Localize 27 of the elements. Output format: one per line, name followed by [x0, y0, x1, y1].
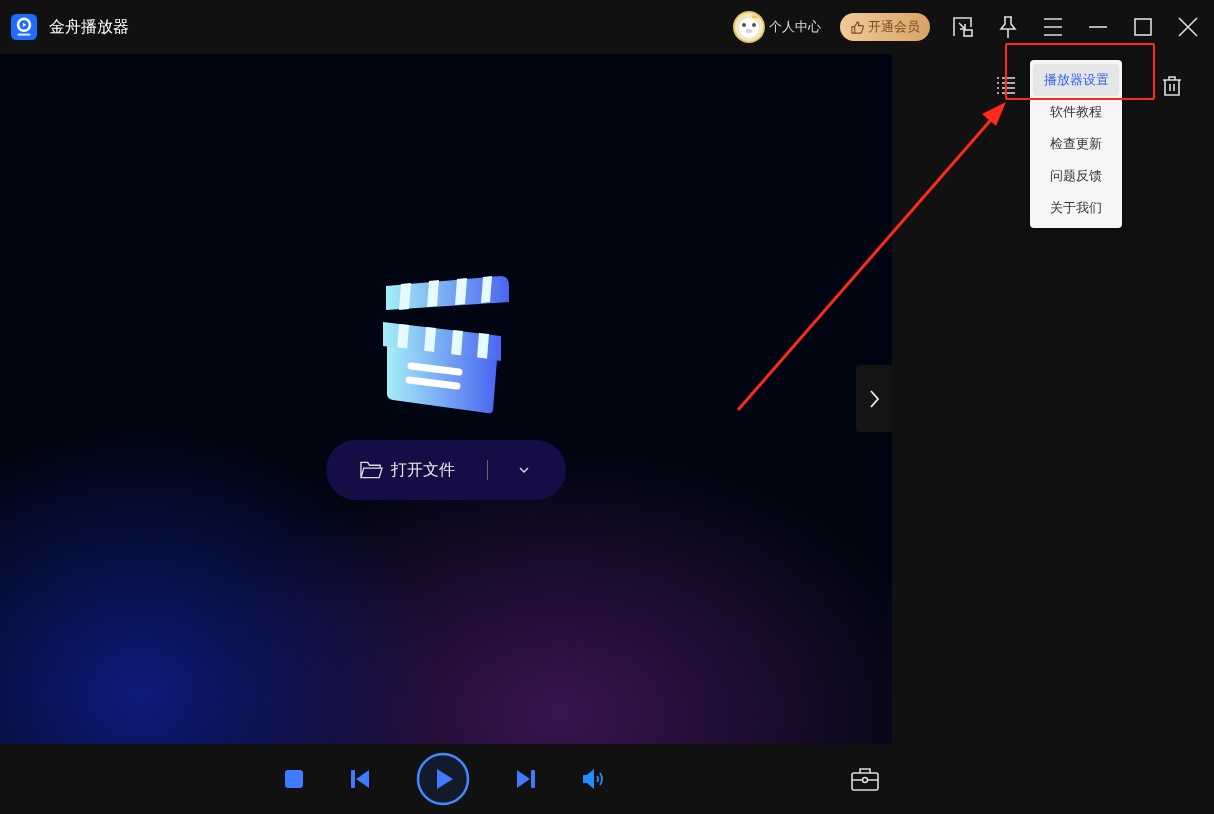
vip-button[interactable]: 开通会员	[840, 13, 930, 41]
maximize-icon[interactable]	[1131, 15, 1155, 39]
trash-icon[interactable]	[1162, 76, 1182, 96]
menu-item[interactable]: 播放器设置	[1033, 64, 1119, 96]
caret-icon[interactable]	[518, 466, 530, 474]
avatar-icon	[733, 11, 765, 43]
user-center-link[interactable]: 个人中心	[733, 11, 821, 43]
mini-window-icon[interactable]	[951, 15, 975, 39]
close-icon[interactable]	[1176, 15, 1200, 39]
play-icon[interactable]	[416, 752, 470, 806]
volume-icon[interactable]	[582, 768, 604, 790]
toolbox-icon[interactable]	[851, 767, 879, 791]
chevron-right-icon	[868, 388, 880, 409]
list-icon[interactable]	[996, 76, 1016, 94]
app-logo-icon	[11, 14, 37, 40]
next-icon[interactable]	[516, 769, 536, 789]
menu-item[interactable]: 检查更新	[1033, 128, 1119, 160]
thumbs-up-icon	[850, 19, 865, 35]
open-file-button[interactable]: 打开文件	[326, 440, 566, 500]
menu-item[interactable]: 问题反馈	[1033, 160, 1119, 192]
folder-icon	[360, 460, 383, 480]
previous-icon[interactable]	[350, 769, 370, 789]
app-title: 金舟播放器	[49, 16, 129, 38]
menu-item[interactable]: 软件教程	[1033, 96, 1119, 128]
menu-item[interactable]: 关于我们	[1033, 192, 1119, 224]
stop-icon[interactable]	[284, 769, 304, 789]
menu-icon[interactable]	[1041, 15, 1065, 39]
